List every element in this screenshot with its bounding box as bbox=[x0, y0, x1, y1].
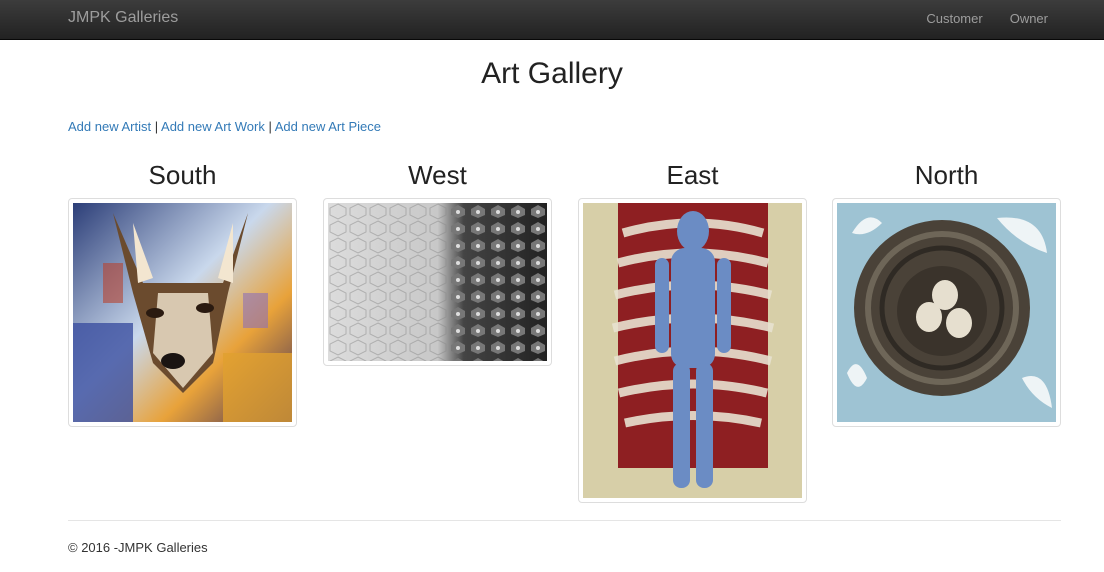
wolf-painting-image bbox=[73, 203, 292, 422]
region-east: East bbox=[578, 158, 807, 503]
region-west-thumbnail[interactable] bbox=[323, 198, 552, 366]
region-north-thumbnail[interactable] bbox=[832, 198, 1061, 427]
region-title-east: East bbox=[666, 160, 719, 190]
top-navbar: JMPK Galleries Customer Owner bbox=[0, 0, 1104, 40]
brand-link[interactable]: JMPK Galleries bbox=[68, 9, 178, 27]
ribcage-figure-image bbox=[583, 203, 802, 498]
region-west: West bbox=[323, 158, 552, 366]
add-art-work-link[interactable]: Add new Art Work bbox=[161, 119, 265, 134]
region-title-north: North bbox=[914, 160, 979, 190]
nav-link-customer[interactable]: Customer bbox=[926, 11, 982, 26]
page-title: Art Gallery bbox=[481, 57, 623, 90]
region-title-south: South bbox=[148, 160, 217, 190]
footer-divider bbox=[68, 520, 1061, 521]
bird-nest-image bbox=[837, 203, 1056, 422]
region-south: South bbox=[68, 158, 297, 427]
region-east-thumbnail[interactable] bbox=[578, 198, 807, 503]
action-links: Add new Artist | Add new Art Work | Add … bbox=[68, 119, 381, 134]
navbar-links: Customer Owner bbox=[926, 11, 1048, 26]
region-title-west: West bbox=[408, 160, 467, 190]
hexagon-pattern-image bbox=[328, 203, 547, 361]
region-north: North bbox=[832, 158, 1061, 427]
separator: | bbox=[268, 119, 272, 134]
add-art-piece-link[interactable]: Add new Art Piece bbox=[275, 119, 381, 134]
separator: | bbox=[154, 119, 159, 134]
region-south-thumbnail[interactable] bbox=[68, 198, 297, 427]
add-artist-link[interactable]: Add new Artist bbox=[68, 119, 151, 134]
nav-link-owner[interactable]: Owner bbox=[1010, 11, 1048, 26]
footer-copyright: © 2016 -JMPK Galleries bbox=[68, 540, 208, 555]
